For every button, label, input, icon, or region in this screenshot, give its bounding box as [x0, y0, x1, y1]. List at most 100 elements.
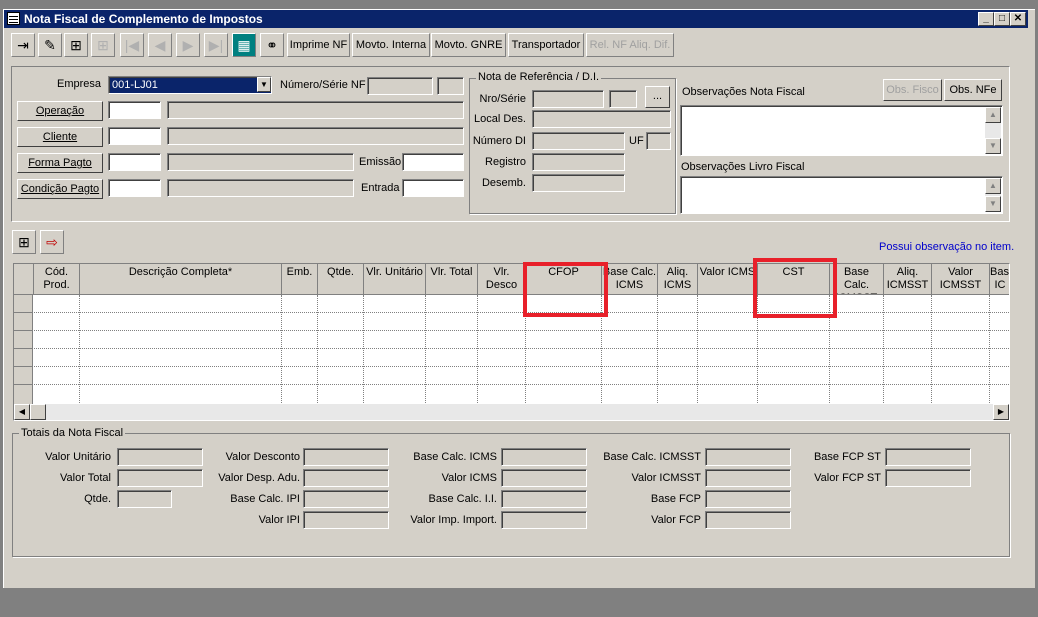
forma-pagto-button[interactable]: Forma Pagto — [17, 153, 103, 173]
base-fcp-field — [705, 490, 791, 508]
local-des-field[interactable] — [532, 110, 671, 128]
movto-interna-button[interactable]: Movto. Interna — [352, 33, 430, 57]
obs-livro-scrollbar[interactable]: ▲ ▼ — [985, 178, 1001, 212]
row-header[interactable] — [14, 331, 33, 349]
nro-field[interactable] — [532, 90, 604, 108]
col-vlr-total[interactable]: Vlr. Total — [426, 264, 478, 295]
scroll-up-icon[interactable]: ▲ — [985, 178, 1001, 194]
row-header[interactable] — [14, 313, 33, 331]
desemb-label: Desemb. — [481, 177, 526, 189]
scroll-thumb[interactable] — [30, 404, 46, 420]
col-aliq-icms[interactable]: Aliq. ICMS — [658, 264, 698, 295]
col-base-calc-icmsst[interactable]: Base Calc. ICMSST — [830, 264, 884, 295]
last-icon[interactable]: ▶| — [204, 33, 228, 57]
cliente-label: Cliente — [42, 131, 78, 143]
col-aliq-icmsst[interactable]: Aliq. ICMSST — [884, 264, 932, 295]
uf-label: UF — [629, 135, 644, 147]
row-header[interactable] — [14, 349, 33, 367]
col-base-ic[interactable]: Base IC — [990, 264, 1009, 295]
obs-nfe-button[interactable]: Obs. NFe — [944, 79, 1002, 101]
row-header[interactable] — [14, 385, 33, 405]
emissao-label: Emissão — [359, 156, 402, 168]
grid-corner — [14, 264, 34, 295]
valor-fcp-label: Valor FCP — [651, 514, 701, 526]
totais-title: Totais da Nota Fiscal — [19, 427, 126, 439]
col-cod-prod[interactable]: Cód. Prod. — [34, 264, 80, 295]
obs-nota-fiscal-textarea[interactable]: ▲ ▼ — [680, 105, 1003, 156]
transportador-button[interactable]: Transportador — [508, 33, 584, 57]
serie-field[interactable] — [609, 90, 637, 108]
condicao-pagto-button[interactable]: Condição Pagto — [17, 179, 103, 199]
table-row[interactable] — [14, 312, 1009, 314]
nro-serie-label: Nro/Série — [479, 93, 526, 105]
remove-item-icon[interactable]: ⇨ — [40, 230, 64, 254]
eraser-icon[interactable]: ✎ — [38, 33, 62, 57]
scroll-down-icon[interactable]: ▼ — [985, 138, 1001, 154]
col-vlr-desconto[interactable]: Vlr. Desco — [478, 264, 526, 295]
col-descricao[interactable]: Descrição Completa* — [80, 264, 282, 295]
exit-icon[interactable]: ⇥ — [11, 33, 35, 57]
operacao-button[interactable]: Operação — [17, 101, 103, 121]
window-title: Nota Fiscal de Complemento de Impostos — [24, 12, 263, 26]
uf-field[interactable] — [646, 132, 671, 150]
grid-icon[interactable]: ▦ — [232, 33, 256, 57]
numero-di-field[interactable] — [532, 132, 625, 150]
col-vlr-unitario[interactable]: Vlr. Unitário — [364, 264, 426, 295]
condicao-pagto-code-field[interactable] — [108, 179, 161, 197]
base-fcp-st-label: Base FCP ST — [813, 451, 881, 463]
cliente-button[interactable]: Cliente — [17, 127, 103, 147]
desemb-field[interactable] — [532, 174, 625, 192]
empresa-select[interactable]: 001-LJ01 — [108, 76, 272, 94]
row-header[interactable] — [14, 295, 33, 313]
cliente-code-field[interactable] — [108, 127, 161, 145]
table-row[interactable] — [14, 384, 1009, 386]
first-icon[interactable]: |◀ — [120, 33, 144, 57]
items-grid[interactable]: Cód. Prod. Descrição Completa* Emb. Qtde… — [13, 263, 1010, 421]
condicao-pagto-desc-field — [167, 179, 354, 197]
rel-nf-aliq-dif-button[interactable]: Rel. NF Aliq. Dif. — [586, 33, 674, 57]
add-icon[interactable]: ⊞ — [64, 33, 88, 57]
scroll-up-icon[interactable]: ▲ — [985, 107, 1001, 123]
chevron-down-icon[interactable]: ▼ — [257, 77, 271, 92]
scroll-left-icon[interactable]: ◀ — [14, 404, 30, 420]
valor-icms-label: Valor ICMS — [441, 472, 497, 484]
table-row[interactable] — [14, 348, 1009, 350]
table-row[interactable] — [14, 330, 1009, 332]
binoculars-icon[interactable]: ⚭ — [260, 33, 284, 57]
operacao-code-field[interactable] — [108, 101, 161, 119]
table-row[interactable] — [14, 366, 1009, 368]
col-qtde[interactable]: Qtde. — [318, 264, 364, 295]
grid-horizontal-scrollbar[interactable]: ◀ ▶ — [14, 404, 1009, 420]
emissao-field[interactable] — [402, 153, 464, 171]
base-calc-ipi-label: Base Calc. IPI — [230, 493, 300, 505]
add-item-icon[interactable]: ⊞ — [12, 230, 36, 254]
col-valor-icms[interactable]: Valor ICMS — [698, 264, 758, 295]
valor-total-label: Valor Total — [60, 472, 111, 484]
obs-fisco-button[interactable]: Obs. Fisco — [883, 79, 942, 101]
forma-pagto-code-field[interactable] — [108, 153, 161, 171]
numero-nf-field[interactable] — [367, 77, 433, 95]
minimize-button[interactable]: _ — [978, 12, 994, 26]
valor-ipi-label: Valor IPI — [258, 514, 300, 526]
col-emb[interactable]: Emb. — [282, 264, 318, 295]
serie-nf-field[interactable] — [437, 77, 464, 95]
col-base-calc-icms[interactable]: Base Calc. ICMS — [602, 264, 658, 295]
registro-field[interactable] — [532, 153, 625, 171]
col-valor-icmsst[interactable]: Valor ICMSST — [932, 264, 990, 295]
obs-livro-fiscal-textarea[interactable]: ▲ ▼ — [680, 176, 1003, 214]
add-disabled-icon[interactable]: ⊞ — [91, 33, 115, 57]
prev-icon[interactable]: ◀ — [148, 33, 172, 57]
condicao-pagto-label: Condição Pagto — [20, 183, 100, 195]
imprime-nf-button[interactable]: Imprime NF — [287, 33, 350, 57]
browse-button[interactable]: ... — [645, 86, 670, 108]
scroll-right-icon[interactable]: ▶ — [993, 404, 1009, 420]
scroll-down-icon[interactable]: ▼ — [985, 196, 1001, 212]
row-header[interactable] — [14, 367, 33, 385]
obs-nf-scrollbar[interactable]: ▲ ▼ — [985, 107, 1001, 154]
close-button[interactable]: ✕ — [1010, 12, 1026, 26]
next-icon[interactable]: ▶ — [176, 33, 200, 57]
movto-gnre-button[interactable]: Movto. GNRE — [431, 33, 506, 57]
valor-desconto-field — [303, 448, 389, 466]
entrada-field[interactable] — [402, 179, 464, 197]
maximize-button[interactable]: □ — [994, 12, 1010, 26]
